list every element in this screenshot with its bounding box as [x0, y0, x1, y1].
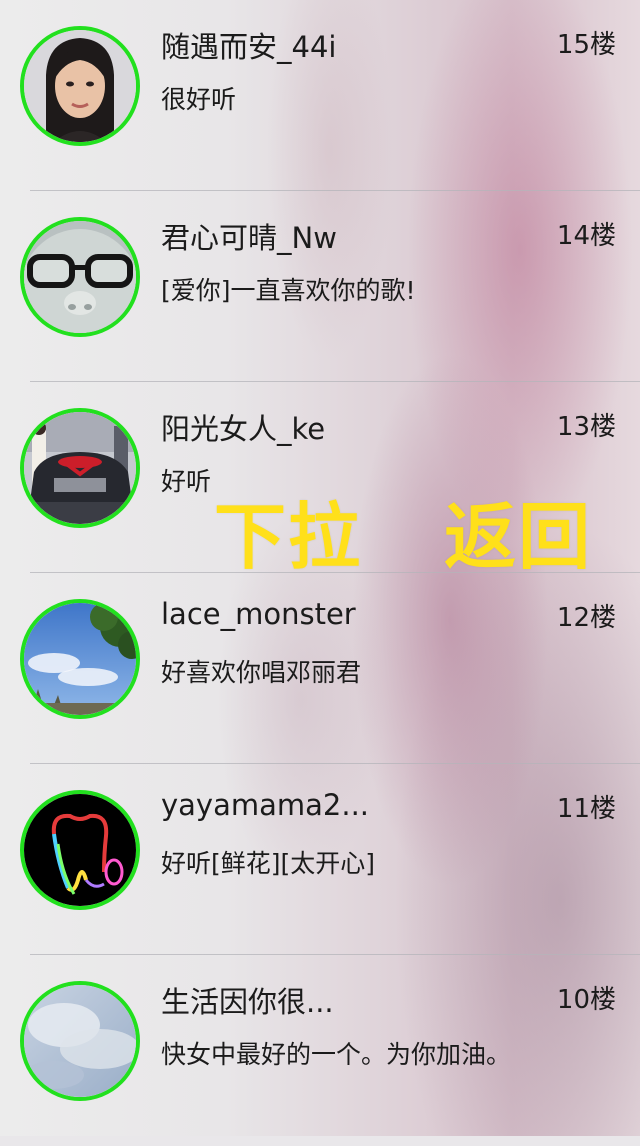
comment-text: 好喜欢你唱邓丽君 — [161, 658, 362, 687]
avatar[interactable] — [20, 217, 140, 337]
username[interactable]: 生活因你很... — [161, 979, 334, 1021]
avatar[interactable] — [20, 26, 140, 146]
floor-number: 15楼 — [556, 30, 616, 60]
cloudy-sky-icon — [24, 985, 136, 1097]
comment-text: 很好听 — [161, 85, 237, 114]
pull-down-label: 下拉 — [214, 495, 363, 579]
floor-number: 12楼 — [556, 603, 616, 633]
comment-text: 好听[鲜花][太开心] — [161, 849, 376, 878]
username[interactable]: 随遇而安_44i — [161, 24, 336, 66]
username[interactable]: 君心可晴_Nw — [161, 215, 337, 257]
floor-number: 11楼 — [556, 794, 616, 824]
car-with-ribbon-icon — [24, 412, 136, 524]
avatar[interactable] — [20, 790, 140, 910]
sky-and-tree-icon — [24, 603, 136, 715]
avatar[interactable] — [20, 599, 140, 719]
floor-number: 10楼 — [556, 985, 616, 1015]
comment-row[interactable]: lace_monster 12楼 好喜欢你唱邓丽君 — [0, 573, 640, 764]
back-label: 返回 — [444, 495, 593, 579]
floor-number: 14楼 — [556, 221, 616, 251]
username[interactable]: yayamama2... — [161, 788, 369, 822]
floor-number: 13楼 — [556, 412, 616, 442]
avatar[interactable] — [20, 981, 140, 1101]
comment-text: 快女中最好的一个。为你加油。 — [161, 1040, 512, 1069]
portrait-woman-icon — [24, 30, 136, 142]
comment-text: [爱你]一直喜欢你的歌! — [161, 276, 416, 305]
avatar[interactable] — [20, 408, 140, 528]
username[interactable]: 阳光女人_ke — [161, 406, 325, 448]
comment-text: 好听 — [161, 467, 212, 496]
comment-row[interactable]: 生活因你很... 10楼 快女中最好的一个。为你加油。 — [0, 955, 640, 1146]
pull-down-back-hint: 下拉 返回 — [214, 478, 592, 583]
username[interactable]: lace_monster — [161, 597, 356, 631]
neon-tooth-icon — [24, 794, 136, 906]
comment-row[interactable]: yayamama2... 11楼 好听[鲜花][太开心] — [0, 764, 640, 955]
comment-row[interactable]: 随遇而安_44i 15楼 很好听 — [0, 0, 640, 191]
face-with-glasses-icon — [24, 221, 136, 333]
comment-row[interactable]: 君心可晴_Nw 14楼 [爱你]一直喜欢你的歌! — [0, 191, 640, 382]
